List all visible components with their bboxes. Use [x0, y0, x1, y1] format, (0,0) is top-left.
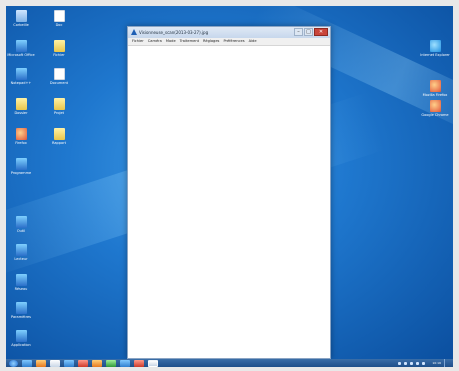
- desktop-icon-document[interactable]: Doc: [44, 10, 74, 27]
- desktop-icon-app[interactable]: Lecteur: [6, 244, 36, 261]
- desktop-icon-label: Notepad++: [10, 81, 32, 85]
- desktop-icon-label: Lecteur: [14, 257, 28, 261]
- recycle-bin-icon: [15, 10, 27, 22]
- desktop-icon-folder[interactable]: Dossier: [6, 98, 36, 115]
- desktop-icon-label: Internet Explorer: [420, 53, 450, 57]
- window-controls: – □ ✕: [294, 28, 328, 36]
- chrome-icon: [429, 100, 441, 112]
- desktop-icon-app[interactable]: Réseau: [6, 274, 36, 291]
- internet-explorer-icon: [429, 40, 441, 52]
- app-icon: [15, 330, 27, 342]
- desktop-icon-label: Application: [11, 343, 31, 347]
- taskbar-app-icon[interactable]: [64, 359, 74, 367]
- desktop-icon-label: Google Chrome: [421, 113, 449, 117]
- desktop-icon-label: Outil: [16, 229, 26, 233]
- folder-icon: [15, 98, 27, 110]
- desktop-icon-firefox[interactable]: Firefox: [6, 128, 36, 145]
- desktop-icon-app[interactable]: Application: [6, 330, 36, 347]
- tray-icon[interactable]: [404, 361, 408, 365]
- desktop-icon-app[interactable]: Paramètres: [6, 302, 36, 319]
- viewer-window[interactable]: Visionneuse_scan(2013-03-27).jpg – □ ✕ F…: [127, 26, 331, 359]
- desktop-icon-app[interactable]: Notepad++: [6, 68, 36, 85]
- taskbar-app-icon[interactable]: [78, 359, 88, 367]
- desktop-icon-label: Doc: [55, 23, 63, 27]
- desktop-icon-document[interactable]: Document: [44, 68, 74, 85]
- folder-icon: [53, 128, 65, 140]
- menu-bar: Fichier Caméra Mode Traitement Réglages …: [128, 38, 330, 46]
- desktop-icon-label: Corbeille: [13, 23, 29, 27]
- app-icon: [15, 244, 27, 256]
- desktop-icon-label: Mozilla Firefox: [422, 93, 448, 97]
- desktop-icon-recycle-bin[interactable]: Corbeille: [6, 10, 36, 27]
- desktop-icon-folder[interactable]: Rapport: [44, 128, 74, 145]
- menu-aide[interactable]: Aide: [249, 38, 257, 45]
- window-titlebar[interactable]: Visionneuse_scan(2013-03-27).jpg – □ ✕: [128, 27, 330, 38]
- document-icon: [53, 10, 65, 22]
- app-icon: [15, 158, 27, 170]
- menu-preferences[interactable]: Préférences: [223, 38, 244, 45]
- app-icon: [15, 302, 27, 314]
- folder-icon: [53, 98, 65, 110]
- taskbar-explorer-icon[interactable]: [36, 359, 46, 367]
- window-title: Visionneuse_scan(2013-03-27).jpg: [139, 30, 209, 35]
- app-icon: [15, 274, 27, 286]
- tray-icon[interactable]: [422, 361, 426, 365]
- tray-icon[interactable]: [410, 361, 414, 365]
- menu-fichier[interactable]: Fichier: [132, 38, 144, 45]
- desktop-icon-internet-explorer[interactable]: Internet Explorer: [420, 40, 450, 57]
- desktop-icon-label: Fichier: [53, 53, 65, 57]
- taskbar-firefox-icon[interactable]: [92, 359, 102, 367]
- tray-icon[interactable]: [398, 361, 402, 365]
- desktop-icon-folder[interactable]: Fichier: [44, 40, 74, 57]
- menu-mode[interactable]: Mode: [166, 38, 176, 45]
- taskbar-viewer-icon[interactable]: [148, 359, 158, 367]
- desktop-icon-folder[interactable]: Projet: [44, 98, 74, 115]
- desktop-icon-label: Réseau: [14, 287, 28, 291]
- taskbar-app-icon[interactable]: [134, 359, 144, 367]
- document-icon: [53, 68, 65, 80]
- desktop-icon-label: Microsoft Office: [7, 53, 35, 57]
- app-icon: [15, 68, 27, 80]
- desktop-icon-label: Rapport: [52, 141, 66, 145]
- taskbar-ie-icon[interactable]: [22, 359, 32, 367]
- menu-camera[interactable]: Caméra: [148, 38, 162, 45]
- show-desktop-button[interactable]: [444, 359, 449, 367]
- taskbar-app-icon[interactable]: [106, 359, 116, 367]
- desktop-icon-label: Dossier: [14, 111, 28, 115]
- maximize-button[interactable]: □: [304, 28, 313, 36]
- app-logo-icon: [131, 29, 137, 35]
- start-button[interactable]: [9, 359, 18, 367]
- desktop-icon-firefox[interactable]: Mozilla Firefox: [420, 80, 450, 97]
- system-tray: 10:16: [398, 359, 449, 367]
- firefox-icon: [15, 128, 27, 140]
- app-icon: [15, 40, 27, 52]
- desktop-icon-app[interactable]: Programme: [6, 158, 36, 175]
- desktop: Corbeille Microsoft Office Notepad++ Dos…: [6, 6, 453, 359]
- desktop-icon-label: Firefox: [15, 141, 27, 145]
- taskbar-app-icon[interactable]: [120, 359, 130, 367]
- desktop-icon-app[interactable]: Microsoft Office: [6, 40, 36, 57]
- app-icon: [15, 216, 27, 228]
- desktop-icon-label: Programme: [10, 171, 32, 175]
- taskbar-media-icon[interactable]: [50, 359, 60, 367]
- desktop-icon-label: Document: [49, 81, 69, 85]
- desktop-icon-app[interactable]: Outil: [6, 216, 36, 233]
- folder-icon: [53, 40, 65, 52]
- desktop-icon-label: Paramètres: [11, 315, 31, 319]
- scanned-document-view[interactable]: [128, 46, 330, 358]
- minimize-button[interactable]: –: [294, 28, 303, 36]
- menu-reglages[interactable]: Réglages: [203, 38, 219, 45]
- menu-traitement[interactable]: Traitement: [180, 38, 199, 45]
- taskbar: 10:16: [6, 359, 453, 367]
- firefox-icon: [429, 80, 441, 92]
- close-button[interactable]: ✕: [314, 28, 328, 36]
- desktop-icon-label: Projet: [53, 111, 65, 115]
- desktop-icon-chrome[interactable]: Google Chrome: [420, 100, 450, 117]
- tray-icon[interactable]: [416, 361, 420, 365]
- clock[interactable]: 10:16: [432, 359, 441, 367]
